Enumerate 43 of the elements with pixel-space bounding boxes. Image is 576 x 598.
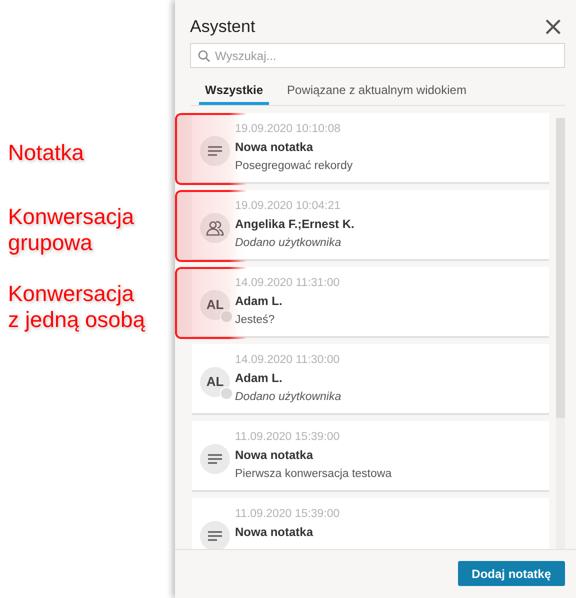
item-text: Jesteś? [235,313,276,328]
timestamp: 11.09.2020 15:39:00 [235,507,340,522]
item-title: Nowa notatka [235,139,314,156]
user-avatar: AL [200,366,230,396]
note-icon [200,136,230,166]
item-card[interactable]: 19.09.2020 10:04:21 Angelika F.;Ernest K. Dodano użytkownika [192,190,549,261]
callout-label: Notatka [8,140,84,166]
item-title: Adam L. [235,370,284,387]
timestamp: 19.09.2020 10:04:21 [235,199,342,214]
item-title: Angelika F.;Ernest K. [235,216,354,233]
item-title: Adam L. [235,293,284,310]
callout-label: Konwersacja [8,204,134,230]
tab[interactable]: Powiązane z aktualnym widokiem [281,80,472,105]
item-text: Dodano użytkownika [235,390,342,405]
item-card[interactable]: 19.09.2020 10:10:08 Nowa notatka Posegregować rekordy [192,113,549,184]
tab[interactable]: Wszystkie [199,80,270,105]
item-card[interactable]: AL 14.09.2020 11:30:00 Adam L. Dodano użytkownika [192,344,549,415]
item-title: Nowa notatka [235,524,314,541]
item-text: Dodano użytkownika [235,236,342,251]
item-card[interactable]: AL 14.09.2020 11:31:00 Adam L. Jesteś? [192,267,549,338]
callout-label: z jedną osobą [8,306,145,332]
item-title: Nowa notatka [235,447,314,464]
search-icon [198,50,210,62]
timestamp: 14.09.2020 11:31:00 [235,276,340,291]
item-text: Pierwsza konwersacja testowa [235,467,392,482]
scrollbar[interactable] [556,118,565,549]
panel-title: Asystent [190,16,256,36]
callout-label: Konwersacja [8,280,135,306]
timestamp: 19.09.2020 10:10:08 [235,122,342,137]
item-text: Posegregować rekordy [235,159,353,174]
user-avatar: AL [200,290,230,320]
callout-label: grupowa [8,230,94,256]
status-dot [220,386,233,400]
item-card[interactable]: 11.09.2020 15:39:00 Nowa notatka Pierwsza konwersacja testowa [192,421,549,492]
close-button[interactable]: × [540,16,566,36]
timestamp: 11.09.2020 15:39:00 [235,430,341,445]
add-note-button[interactable]: Dodaj notatkę [458,561,565,586]
note-icon [200,444,230,474]
timestamp: 14.09.2020 11:30:00 [235,353,341,368]
people-icon [200,212,230,242]
item-card[interactable]: 11.09.2020 15:39:00 Nowa notatka [192,498,549,549]
status-dot [220,310,233,322]
search-field[interactable]: Wyszukaj... [190,43,565,68]
